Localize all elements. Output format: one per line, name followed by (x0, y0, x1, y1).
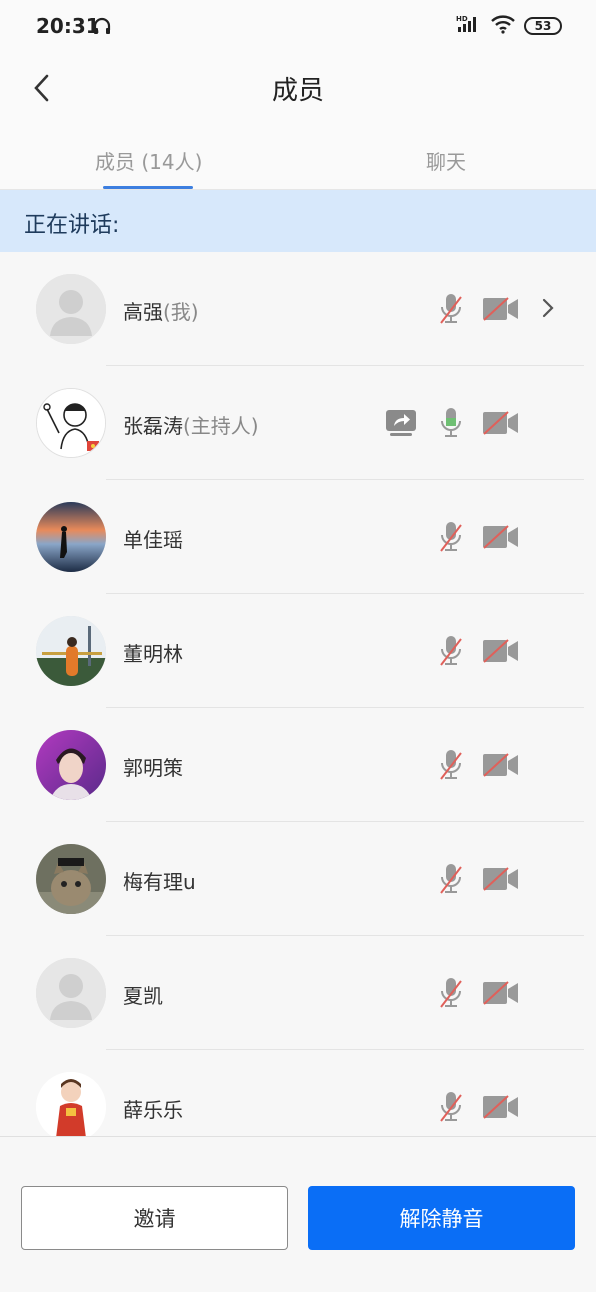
tab-chat[interactable]: 聊天 (426, 146, 466, 175)
avatar (36, 1072, 106, 1136)
wifi-icon (490, 14, 516, 38)
member-row[interactable]: 董明林 (0, 594, 596, 708)
status-bar: 20:31 HD 53 (0, 0, 596, 56)
mic-muted-icon[interactable] (436, 862, 466, 900)
member-row[interactable]: 梅有理u (0, 822, 596, 936)
member-name: 夏凯 (123, 984, 163, 1008)
mic-muted-icon[interactable] (436, 976, 466, 1014)
page-title: 成员 (271, 76, 324, 106)
mic-muted-icon[interactable] (436, 748, 466, 786)
member-row[interactable]: 郭明策 (0, 708, 596, 822)
camera-off-icon[interactable] (482, 866, 520, 896)
headset-icon (92, 16, 112, 40)
camera-off-icon[interactable] (482, 524, 520, 554)
screen-share-icon[interactable] (384, 406, 418, 444)
chevron-right-icon[interactable] (540, 296, 556, 324)
tab-active-indicator (103, 186, 193, 189)
member-row[interactable]: 夏凯 (0, 936, 596, 1050)
member-name: 薛乐乐 (123, 1098, 183, 1122)
mic-muted-icon[interactable] (436, 292, 466, 330)
avatar (36, 616, 106, 686)
member-row[interactable]: 张磊涛(主持人) (0, 366, 596, 480)
status-time: 20:31 (36, 14, 100, 38)
mic-muted-icon[interactable] (436, 1090, 466, 1128)
camera-off-icon[interactable] (482, 410, 520, 440)
invite-button[interactable]: 邀请 (21, 1186, 288, 1250)
avatar (36, 274, 106, 344)
member-row[interactable]: 高强(我) (0, 252, 596, 366)
member-name: 单佳瑶 (123, 528, 183, 552)
network-type-label: HD (456, 15, 468, 23)
mic-muted-icon[interactable] (436, 520, 466, 558)
status-icons: HD 53 (456, 14, 562, 38)
camera-off-icon[interactable] (482, 1094, 520, 1124)
avatar (36, 844, 106, 914)
unmute-button[interactable]: 解除静音 (308, 1186, 575, 1250)
camera-off-icon[interactable] (482, 638, 520, 668)
camera-off-icon[interactable] (482, 296, 520, 326)
member-role-suffix: (我) (163, 300, 199, 324)
speaking-label: 正在讲话: (24, 213, 120, 238)
member-list: 高强(我) 张磊涛(主持人) 单佳瑶 董明林 郭明策 梅有理u 夏凯 薛乐乐 (0, 252, 596, 1136)
battery-indicator: 53 (524, 17, 562, 35)
avatar (36, 730, 106, 800)
avatar (36, 958, 106, 1028)
member-row[interactable]: 单佳瑶 (0, 480, 596, 594)
tab-members[interactable]: 成员 (14人) (95, 146, 202, 175)
member-name: 梅有理u (123, 870, 196, 894)
avatar (36, 388, 106, 458)
mic-active-icon[interactable] (436, 406, 466, 444)
bottom-action-bar: 邀请 解除静音 (0, 1136, 596, 1292)
member-name: 郭明策 (123, 756, 183, 780)
camera-off-icon[interactable] (482, 980, 520, 1010)
member-role-suffix: (主持人) (183, 414, 259, 438)
member-name: 董明林 (123, 642, 183, 666)
signal-icon: HD (456, 14, 482, 38)
speaking-banner: 正在讲话: (0, 190, 596, 252)
member-row[interactable]: 薛乐乐 (0, 1050, 596, 1136)
avatar (36, 502, 106, 572)
camera-off-icon[interactable] (482, 752, 520, 782)
tab-bar: 成员 (14人) 聊天 (0, 126, 596, 190)
member-name: 张磊涛(主持人) (123, 414, 259, 438)
member-name: 高强(我) (123, 300, 199, 324)
nav-header: 成员 (0, 56, 596, 126)
mic-muted-icon[interactable] (436, 634, 466, 672)
